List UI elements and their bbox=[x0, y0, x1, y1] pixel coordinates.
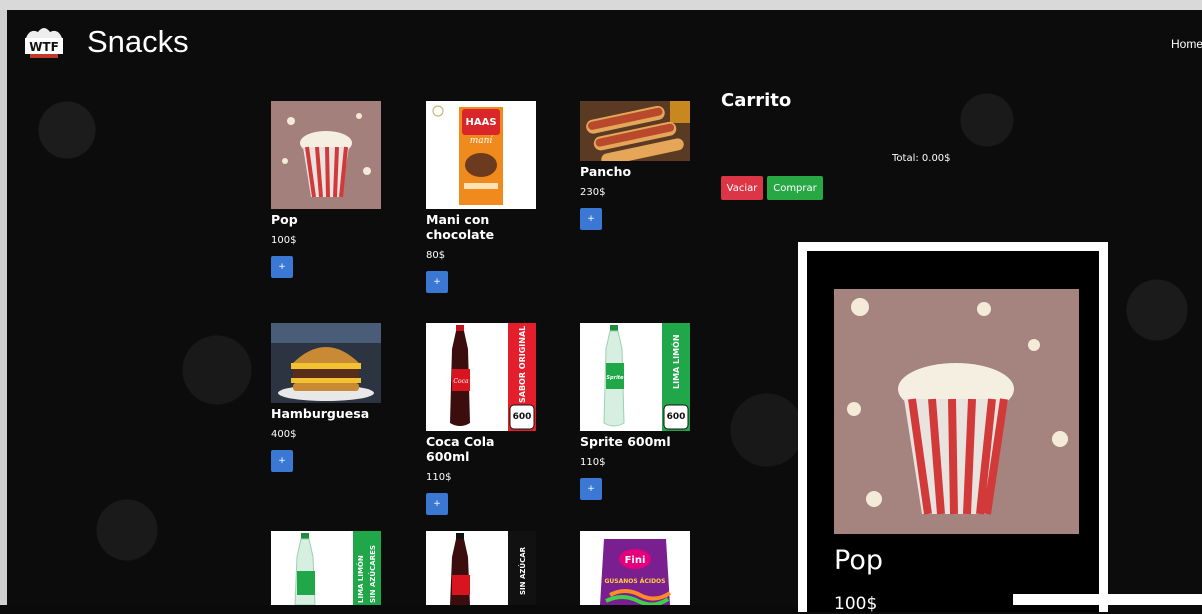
product-price: 100$ bbox=[271, 235, 297, 246]
preview-product-name: Pop bbox=[834, 545, 883, 576]
add-to-cart-button[interactable]: + bbox=[426, 493, 448, 515]
bottle-size-text: 600 bbox=[667, 412, 686, 422]
product-name: Pop bbox=[271, 212, 298, 227]
cart-total: Total: 0.00$ bbox=[892, 153, 951, 164]
bottle-side-text: LIMA LIMÓN bbox=[356, 555, 365, 603]
nav-home-link[interactable]: Home bbox=[1171, 37, 1202, 51]
sprite-zero-bottle-image: LIMA LIMÓN SIN AZÚCARES bbox=[271, 531, 381, 605]
product-name: Mani con chocolate bbox=[426, 212, 495, 242]
svg-text:Sprite: Sprite bbox=[606, 375, 624, 381]
product-preview-panel: Pop 100$ bbox=[798, 242, 1108, 614]
overlay-corner bbox=[1013, 594, 1202, 605]
product-card-sprite-zero: LIMA LIMÓN SIN AZÚCARES bbox=[271, 531, 381, 605]
bottle-size-text: 600 bbox=[513, 412, 532, 422]
coca-cola-zero-bottle-image: SIN AZÚCAR bbox=[426, 531, 536, 605]
svg-text:WTF: WTF bbox=[29, 40, 59, 54]
coca-cola-bottle-image: SABOR ORIGINAL 600 Coca bbox=[426, 323, 536, 431]
add-to-cart-button[interactable]: + bbox=[580, 478, 602, 500]
popcorn-image bbox=[271, 101, 381, 209]
product-price: 80$ bbox=[426, 250, 446, 261]
product-card-coca-cola-zero: SIN AZÚCAR bbox=[426, 531, 536, 605]
product-card-fini: Fini GUSANOS ÁCIDOS bbox=[580, 531, 690, 605]
product-card-mani-chocolate: HAAS maní Mani con chocolate 80$ + bbox=[426, 101, 536, 293]
add-to-cart-button[interactable]: + bbox=[271, 256, 293, 278]
product-card-sprite: LIMA LIMÓN 600 Sprite Sprite 600ml 110$ … bbox=[580, 323, 690, 500]
add-to-cart-button[interactable]: + bbox=[580, 208, 602, 230]
bottle-side-text: SIN AZÚCAR bbox=[518, 546, 527, 595]
product-name: Hamburguesa bbox=[271, 406, 370, 421]
product-card-coca-cola: SABOR ORIGINAL 600 Coca Coca Cola 600ml … bbox=[426, 323, 536, 515]
pack-brand-text: Fini bbox=[625, 555, 646, 566]
svg-text:HAAS: HAAS bbox=[465, 117, 496, 128]
brand-title[interactable]: Snacks bbox=[87, 24, 189, 60]
svg-text:Coca: Coca bbox=[453, 378, 469, 385]
bottle-side-text-2: SIN AZÚCARES bbox=[368, 545, 377, 603]
product-card-pop: Pop 100$ + bbox=[271, 101, 381, 278]
add-to-cart-button[interactable]: + bbox=[426, 271, 448, 293]
window-top-strip bbox=[0, 0, 1202, 10]
mani-chocolate-image: HAAS maní bbox=[426, 101, 536, 209]
product-price: 400$ bbox=[271, 429, 297, 440]
svg-text:maní: maní bbox=[470, 135, 494, 146]
product-name: Coca Cola 600ml bbox=[426, 434, 495, 464]
add-to-cart-button[interactable]: + bbox=[271, 450, 293, 472]
wtf-logo-icon[interactable]: WTF bbox=[22, 24, 66, 62]
preview-popcorn-image bbox=[834, 289, 1079, 534]
product-name: Sprite 600ml bbox=[580, 434, 671, 449]
preview-product-price: 100$ bbox=[834, 594, 878, 614]
buy-button[interactable]: Comprar bbox=[767, 176, 823, 200]
pack-text: GUSANOS ÁCIDOS bbox=[605, 578, 666, 585]
cart-title: Carrito bbox=[721, 90, 792, 111]
product-card-hamburguesa: Hamburguesa 400$ + bbox=[271, 323, 381, 472]
bottle-side-text: LIMA LIMÓN bbox=[670, 334, 681, 389]
product-price: 110$ bbox=[426, 472, 452, 483]
bottle-side-text: SABOR ORIGINAL bbox=[518, 326, 527, 403]
window-left-strip bbox=[0, 10, 7, 605]
product-price: 230$ bbox=[580, 187, 606, 198]
fini-gummies-image: Fini GUSANOS ÁCIDOS bbox=[580, 531, 690, 605]
product-card-pancho: Pancho 230$ + bbox=[580, 101, 690, 230]
empty-cart-button[interactable]: Vaciar bbox=[721, 176, 763, 200]
sprite-bottle-image: LIMA LIMÓN 600 Sprite bbox=[580, 323, 690, 431]
product-name: Pancho bbox=[580, 164, 632, 179]
hotdog-image bbox=[580, 101, 690, 161]
product-price: 110$ bbox=[580, 457, 606, 468]
burger-image bbox=[271, 323, 381, 403]
